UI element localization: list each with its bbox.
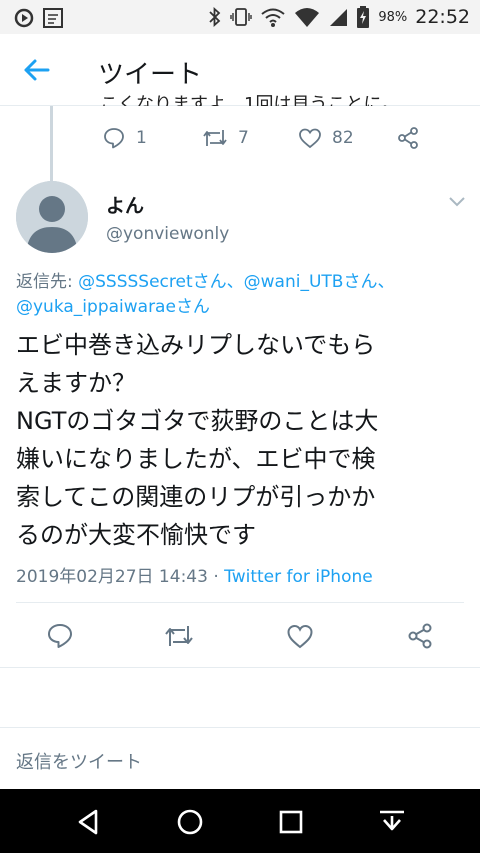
tweet-text-line: NGTのゴタゴタで荻野のことは大 [16, 407, 379, 435]
battery-icon [357, 6, 370, 28]
previous-tweet-actions: 1 7 82 [100, 124, 440, 154]
status-bar: 98% 22:52 [0, 0, 480, 34]
recording-icon [14, 8, 34, 28]
back-triangle-icon[interactable] [74, 807, 104, 837]
back-arrow-icon[interactable] [22, 56, 52, 84]
chevron-down-icon[interactable] [448, 196, 466, 208]
tweet-timestamp: 2019年02月27日 14:43 [16, 567, 208, 587]
meta-separator: · [207, 567, 225, 587]
reply-to-suffix: さん [175, 297, 210, 317]
page-title: ツイート [98, 60, 203, 90]
avatar[interactable] [16, 181, 88, 253]
heart-icon[interactable] [285, 622, 315, 650]
previous-reply-count: 1 [136, 128, 147, 148]
recents-square-icon[interactable] [276, 807, 306, 837]
wifi-calling-icon [261, 8, 285, 27]
tweet-meta: 2019年02月27日 14:43 · Twitter for iPhone [16, 562, 373, 587]
tweet-text-line: えますか？ [16, 369, 136, 397]
signal-icon [330, 9, 348, 26]
tweet-actions [0, 612, 480, 660]
previous-tweet-text: こくなりますよ、1回は貝うことに。 [100, 94, 400, 106]
reply-to-line: 返信先: @SSSSSecretさん、@wani_UTBさん、 @yuka_ipp… [16, 270, 466, 320]
previous-like-button[interactable]: 82 [298, 126, 354, 150]
tweet-text-line: エビ中巻き込みリプしないでもら [16, 331, 376, 359]
section-gap [0, 667, 480, 727]
reply-to-user-link[interactable]: @SSSSSecret [78, 272, 193, 292]
home-circle-icon[interactable] [175, 807, 205, 837]
previous-retweet-count: 7 [238, 128, 249, 148]
tweet-text-line: 嫌いになりましたが、エビ中で検 [16, 445, 376, 473]
reply-to-user-link[interactable]: @yuka_ippaiwarae [16, 297, 176, 317]
heart-icon [299, 128, 321, 149]
system-navigation-bar [0, 789, 480, 853]
share-icon [398, 127, 418, 149]
reply-input-placeholder[interactable]: 返信をツイート [16, 748, 142, 774]
reply-to-prefix: 返信先: [16, 272, 79, 292]
share-icon[interactable] [405, 622, 435, 650]
battery-percent: 98% [378, 9, 408, 25]
divider [16, 602, 464, 603]
tweet-source-link[interactable]: Twitter for iPhone [224, 567, 373, 587]
bluetooth-icon [209, 7, 221, 27]
reply-to-suffix: さん、 [343, 272, 395, 292]
tweet-text-line: るのが大変不愉快です [16, 521, 256, 549]
wifi-icon [295, 8, 320, 27]
retweet-icon[interactable] [164, 622, 194, 650]
retweet-icon [203, 130, 227, 146]
default-profile-icon [16, 181, 88, 253]
reply-icon [104, 128, 124, 149]
reply-to-suffix: さん、 [192, 272, 244, 292]
app-notification-icon [43, 8, 63, 28]
display-name[interactable]: よん [106, 191, 144, 218]
previous-reply-button[interactable]: 1 [102, 126, 147, 150]
previous-like-count: 82 [332, 128, 354, 148]
vibrate-icon [230, 8, 253, 26]
thread-connector-line [50, 106, 53, 181]
reply-composer[interactable]: 返信をツイート [0, 727, 480, 789]
tweet-body: エビ中巻き込みリプしないでもら えますか？ NGTのゴタゴタで荻野のことは大 嫌… [16, 326, 466, 554]
user-handle[interactable]: @yonviewonly [106, 224, 229, 244]
reply-icon[interactable] [45, 622, 75, 650]
tweet-text-line: 索してこの関連のリプが引っかか [16, 483, 376, 511]
reply-to-user-link[interactable]: @wani_UTB [244, 272, 344, 292]
previous-retweet-button[interactable]: 7 [202, 126, 249, 150]
hide-navbar-icon[interactable] [377, 807, 407, 837]
clock: 22:52 [415, 6, 470, 28]
previous-share-button[interactable] [396, 126, 420, 150]
